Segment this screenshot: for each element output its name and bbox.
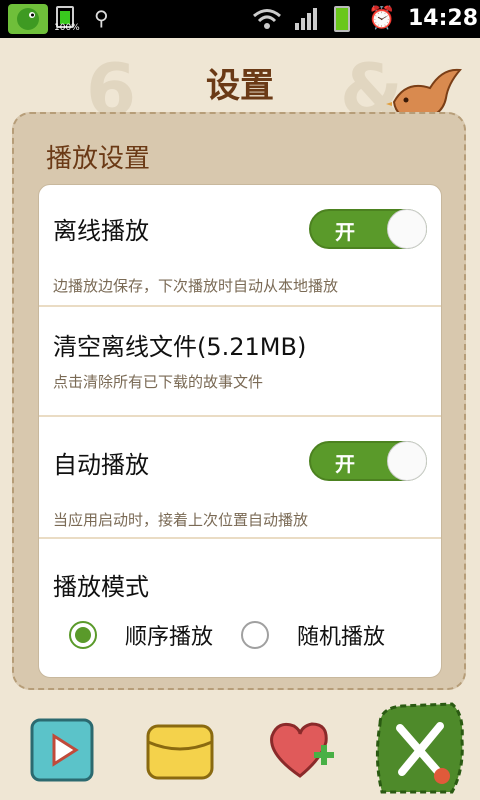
radio-random-label[interactable]: 随机播放: [297, 619, 385, 651]
play-mode-row: 播放模式 顺序播放 随机播放: [39, 539, 441, 677]
offline-play-row: 离线播放 开 边播放边保存，下次播放时自动从本地播放: [39, 185, 441, 305]
clear-offline-title: 清空离线文件(5.21MB): [53, 333, 307, 361]
toggle-on-label: 开: [335, 220, 355, 244]
clock: 14:28: [408, 6, 479, 31]
auto-play-toggle[interactable]: 开: [309, 441, 427, 481]
alarm-icon: ⏰: [368, 6, 396, 31]
toggle-on-label: 开: [335, 452, 355, 476]
favorite-add-icon[interactable]: [262, 712, 338, 788]
radio-sequential[interactable]: [69, 621, 97, 649]
settings-card: 离线播放 开 边播放边保存，下次播放时自动从本地播放 清空离线文件(5.21MB…: [38, 184, 442, 678]
play-mode-title: 播放模式: [53, 573, 149, 601]
toggle-knob: [387, 441, 427, 481]
toggle-knob: [387, 209, 427, 249]
battery-icon: [334, 6, 350, 32]
auto-play-description: 当应用启动时，接着上次位置自动播放: [53, 511, 309, 529]
offline-play-toggle[interactable]: 开: [309, 209, 427, 249]
offline-play-description: 边播放边保存，下次播放时自动从本地播放: [53, 277, 339, 295]
offline-play-title: 离线播放: [53, 217, 149, 245]
folder-icon[interactable]: [142, 712, 218, 788]
status-bar: 100% ⚲ ⏰ 14:28: [0, 0, 480, 38]
app-icon: [8, 4, 48, 34]
auto-play-row: 自动播放 开 当应用启动时，接着上次位置自动播放: [39, 417, 441, 537]
signal-icon: [295, 8, 317, 30]
settings-tools-icon[interactable]: [372, 700, 468, 796]
section-title: 播放设置: [46, 144, 151, 174]
auto-play-title: 自动播放: [53, 451, 149, 479]
play-icon[interactable]: [24, 712, 100, 788]
usb-icon: ⚲: [94, 6, 109, 30]
clear-offline-description: 点击清除所有已下载的故事文件: [53, 373, 264, 391]
clear-offline-row[interactable]: 清空离线文件(5.21MB) 点击清除所有已下载的故事文件: [39, 307, 441, 415]
radio-random[interactable]: [241, 621, 269, 649]
radio-sequential-label[interactable]: 顺序播放: [125, 619, 213, 651]
battery-percent: 100%: [54, 23, 80, 33]
wifi-icon: [253, 9, 281, 29]
